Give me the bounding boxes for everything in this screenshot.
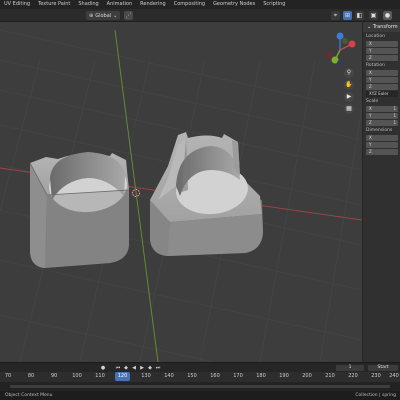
jump-start-icon[interactable]: ⏮ <box>115 365 121 371</box>
timeline-track[interactable] <box>0 382 400 391</box>
rotation-label: Rotation <box>366 63 385 68</box>
status-scene-info: Collection | spring <box>355 393 396 398</box>
hand-pan-icon[interactable]: ✋ <box>344 80 354 90</box>
grid-perspective-icon[interactable]: ▦ <box>344 104 354 114</box>
dimensions-x-field[interactable]: X <box>366 135 398 141</box>
snap-icon[interactable]: ⋰ <box>124 11 133 20</box>
tab-uv-editing[interactable]: UV Editing <box>0 0 34 9</box>
orientation-label: Global <box>95 12 112 19</box>
tab-compositing[interactable]: Compositing <box>170 0 209 9</box>
dimensions-label: Dimensions <box>366 128 393 133</box>
timeline-scrollbar[interactable] <box>10 385 390 388</box>
current-frame-indicator[interactable]: 120 <box>115 372 130 381</box>
tick-label: 240 <box>389 373 399 379</box>
tick-label: 130 <box>141 373 151 379</box>
dimensions-y-field[interactable]: Y <box>366 142 398 148</box>
tick-label: 190 <box>279 373 289 379</box>
next-keyframe-icon[interactable]: ◆ <box>147 365 153 371</box>
transform-orientation-dropdown[interactable]: ⊕ Global ⌄ <box>86 11 121 20</box>
tab-scripting[interactable]: Scripting <box>259 0 289 9</box>
orientation-icon: ⊕ <box>89 12 94 19</box>
viewport-canvas <box>0 29 362 362</box>
timeline-ruler[interactable]: 70 80 90 100 110 120 130 140 150 160 170… <box>0 372 400 382</box>
record-icon[interactable]: ● <box>100 365 106 371</box>
location-label: Location <box>366 34 386 39</box>
tick-label: 170 <box>233 373 243 379</box>
camera-view-icon[interactable]: ▶ <box>344 92 354 102</box>
scale-x-field[interactable]: X1 <box>366 106 398 112</box>
solid-shading-icon[interactable]: ● <box>383 11 392 20</box>
tick-label: 220 <box>348 373 358 379</box>
tick-label: 110 <box>95 373 105 379</box>
gizmo-toggle-icon[interactable]: ⊞ <box>343 11 352 20</box>
chevron-down-icon: ⌄ <box>113 12 118 19</box>
workspace-tab-bar: UV Editing Texture Paint Shading Animati… <box>0 0 400 9</box>
gizmo-x-handle <box>348 40 356 48</box>
tick-label: 150 <box>187 373 197 379</box>
tick-label: 90 <box>50 373 58 379</box>
tick-label: 210 <box>325 373 335 379</box>
overlay-icon[interactable]: ◧ <box>355 11 364 20</box>
tick-label: 100 <box>72 373 82 379</box>
tab-geometry-nodes[interactable]: Geometry Nodes <box>209 0 259 9</box>
dimensions-z-field[interactable]: Z <box>366 149 398 155</box>
jump-end-icon[interactable]: ⏭ <box>155 365 161 371</box>
status-bar: Object Context Menu Collection | spring <box>0 391 400 400</box>
zoom-icon[interactable]: ⚲ <box>344 68 354 78</box>
timeline-header: ● ⏮ ◆ ◀ ▶ ◆ ⏭ 1 Start <box>0 362 400 372</box>
tick-label: 200 <box>302 373 312 379</box>
tick-label: 230 <box>371 373 381 379</box>
tick-label: 80 <box>27 373 35 379</box>
location-x-field[interactable]: X <box>366 41 398 47</box>
scale-label: Scale <box>366 99 379 104</box>
right-mesh-object[interactable] <box>150 132 263 256</box>
tab-shading[interactable]: Shading <box>74 0 102 9</box>
left-mesh-object[interactable] <box>29 152 130 268</box>
rotation-y-field[interactable]: Y <box>366 77 398 83</box>
start-frame-field[interactable]: Start <box>368 365 398 371</box>
navigation-gizmo[interactable] <box>318 30 362 70</box>
play-icon[interactable]: ▶ <box>139 365 145 371</box>
tab-rendering[interactable]: Rendering <box>136 0 170 9</box>
transform-panel-header[interactable]: ⌄ Transform <box>363 22 400 32</box>
sidebar-panel: ⌄ Transform Location X Y Z Rotation X Y … <box>362 22 400 362</box>
tick-label: 180 <box>256 373 266 379</box>
location-y-field[interactable]: Y <box>366 48 398 54</box>
tick-label: 160 <box>210 373 220 379</box>
play-reverse-icon[interactable]: ◀ <box>131 365 137 371</box>
rotation-z-field[interactable]: Z <box>366 84 398 90</box>
3d-viewport[interactable]: ⚲ ✋ ▶ ▦ <box>0 22 362 362</box>
tick-label: 140 <box>164 373 174 379</box>
xray-icon[interactable]: ▣ <box>369 11 378 20</box>
status-hint: Object Context Menu <box>5 393 53 398</box>
prev-keyframe-icon[interactable]: ◆ <box>123 365 129 371</box>
visibility-icon[interactable]: ⌖ <box>331 11 340 20</box>
current-frame-field[interactable]: 1 <box>336 365 364 371</box>
tick-label: 70 <box>4 373 12 379</box>
rotation-x-field[interactable]: X <box>366 70 398 76</box>
gizmo-z-handle <box>336 32 344 40</box>
scale-y-field[interactable]: Y1 <box>366 113 398 119</box>
tab-animation[interactable]: Animation <box>103 0 137 9</box>
viewport-header: ⊕ Global ⌄ ⋰ ⌖ ⊞ ◧ ▣ ● <box>0 9 400 22</box>
tab-texture-paint[interactable]: Texture Paint <box>34 0 74 9</box>
